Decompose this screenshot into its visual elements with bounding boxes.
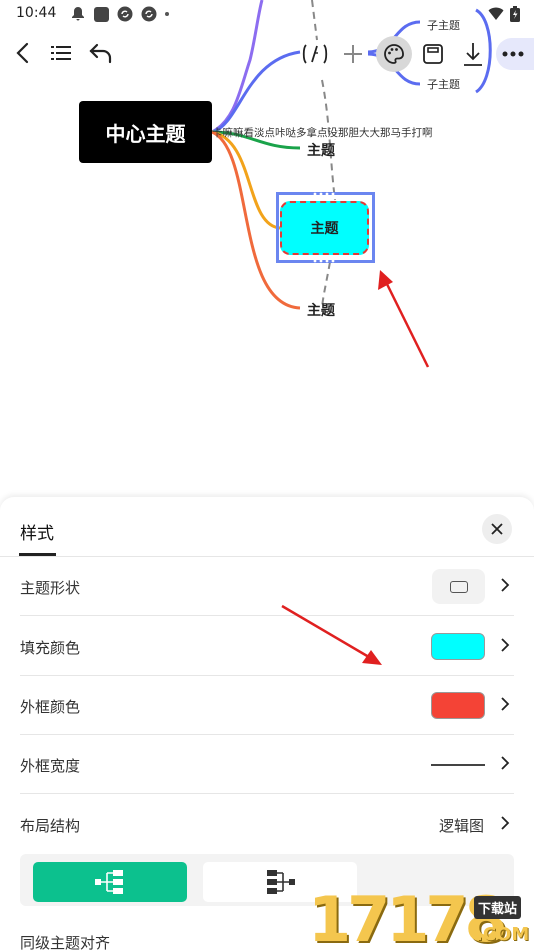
- chevron-right-icon: [501, 816, 510, 830]
- row-fill-color[interactable]: 填充颜色: [20, 617, 514, 676]
- close-sheet-button[interactable]: [482, 514, 512, 544]
- fill-color-swatch: [431, 633, 485, 660]
- annotation-arrowhead-canvas: [378, 270, 393, 290]
- mindmap-connectors: [211, 0, 492, 368]
- formula-icon[interactable]: [300, 42, 330, 66]
- node-floating-toolbar: [300, 36, 534, 72]
- branch-topic-1[interactable]: 主题: [307, 140, 335, 160]
- row-border-color[interactable]: 外框颜色: [20, 676, 514, 735]
- sibling-align-label: 同级主题对齐: [20, 934, 111, 950]
- row-border-width-label: 外框宽度: [20, 757, 81, 775]
- watermark-suffix: .COM: [476, 924, 530, 945]
- rounded-rect-shape-icon: [449, 580, 468, 593]
- logic-right-icon: [95, 870, 123, 894]
- layout-option-right[interactable]: [33, 862, 187, 902]
- mindmap-canvas[interactable]: 中心主题 卡嘛嘛看淡点咔哒多拿点没那胆大大那马手打啊 主题 主题 主题 子主题 …: [0, 0, 534, 500]
- save-icon[interactable]: [422, 43, 444, 65]
- selected-topic-node[interactable]: 主题: [280, 201, 369, 255]
- row-border-width[interactable]: 外框宽度: [20, 735, 514, 794]
- row-border-color-label: 外框颜色: [20, 698, 81, 716]
- download-icon[interactable]: [462, 41, 484, 67]
- center-topic-node[interactable]: 中心主题: [79, 101, 212, 163]
- row-topic-shape[interactable]: 主题形状: [20, 557, 514, 616]
- style-palette-button[interactable]: [376, 36, 412, 72]
- annotation-arrow-sheet: [281, 604, 382, 665]
- chevron-right-icon: [501, 756, 510, 770]
- close-icon: [491, 523, 503, 535]
- row-topic-shape-label: 主题形状: [20, 579, 81, 597]
- selection-handle-top[interactable]: [312, 191, 338, 197]
- shape-preview: [432, 569, 485, 604]
- branch-topic-3[interactable]: 主题: [307, 300, 335, 320]
- row-fill-color-label: 填充颜色: [20, 639, 81, 657]
- chevron-right-icon: [501, 578, 510, 592]
- chevron-right-icon: [501, 697, 510, 711]
- tab-style[interactable]: 样式: [20, 519, 54, 544]
- more-button[interactable]: [496, 38, 534, 70]
- more-dots-icon: [502, 51, 524, 57]
- chevron-right-icon: [501, 638, 510, 652]
- subtopic-upper[interactable]: 子主题: [427, 17, 460, 33]
- logic-left-icon: [267, 870, 295, 894]
- row-layout-structure[interactable]: 布局结构 逻辑图: [20, 795, 514, 854]
- long-branch-text[interactable]: 卡嘛嘛看淡点咔哒多拿点没那胆大大那马手打啊: [212, 125, 433, 140]
- palette-icon: [384, 44, 404, 64]
- add-icon[interactable]: [342, 42, 364, 66]
- selection-handle-bottom[interactable]: [312, 258, 338, 264]
- site-watermark: 17178 下载站 .COM: [308, 889, 534, 950]
- border-width-preview: [431, 764, 485, 766]
- branch-line-top: [211, 0, 264, 134]
- subtopic-lower[interactable]: 子主题: [427, 76, 460, 92]
- row-layout-structure-label: 布局结构: [20, 817, 81, 835]
- annotation-arrow-canvas: [382, 277, 430, 368]
- layout-structure-value: 逻辑图: [438, 817, 484, 835]
- border-color-swatch: [431, 692, 485, 719]
- watermark-badge: 下载站: [474, 896, 522, 919]
